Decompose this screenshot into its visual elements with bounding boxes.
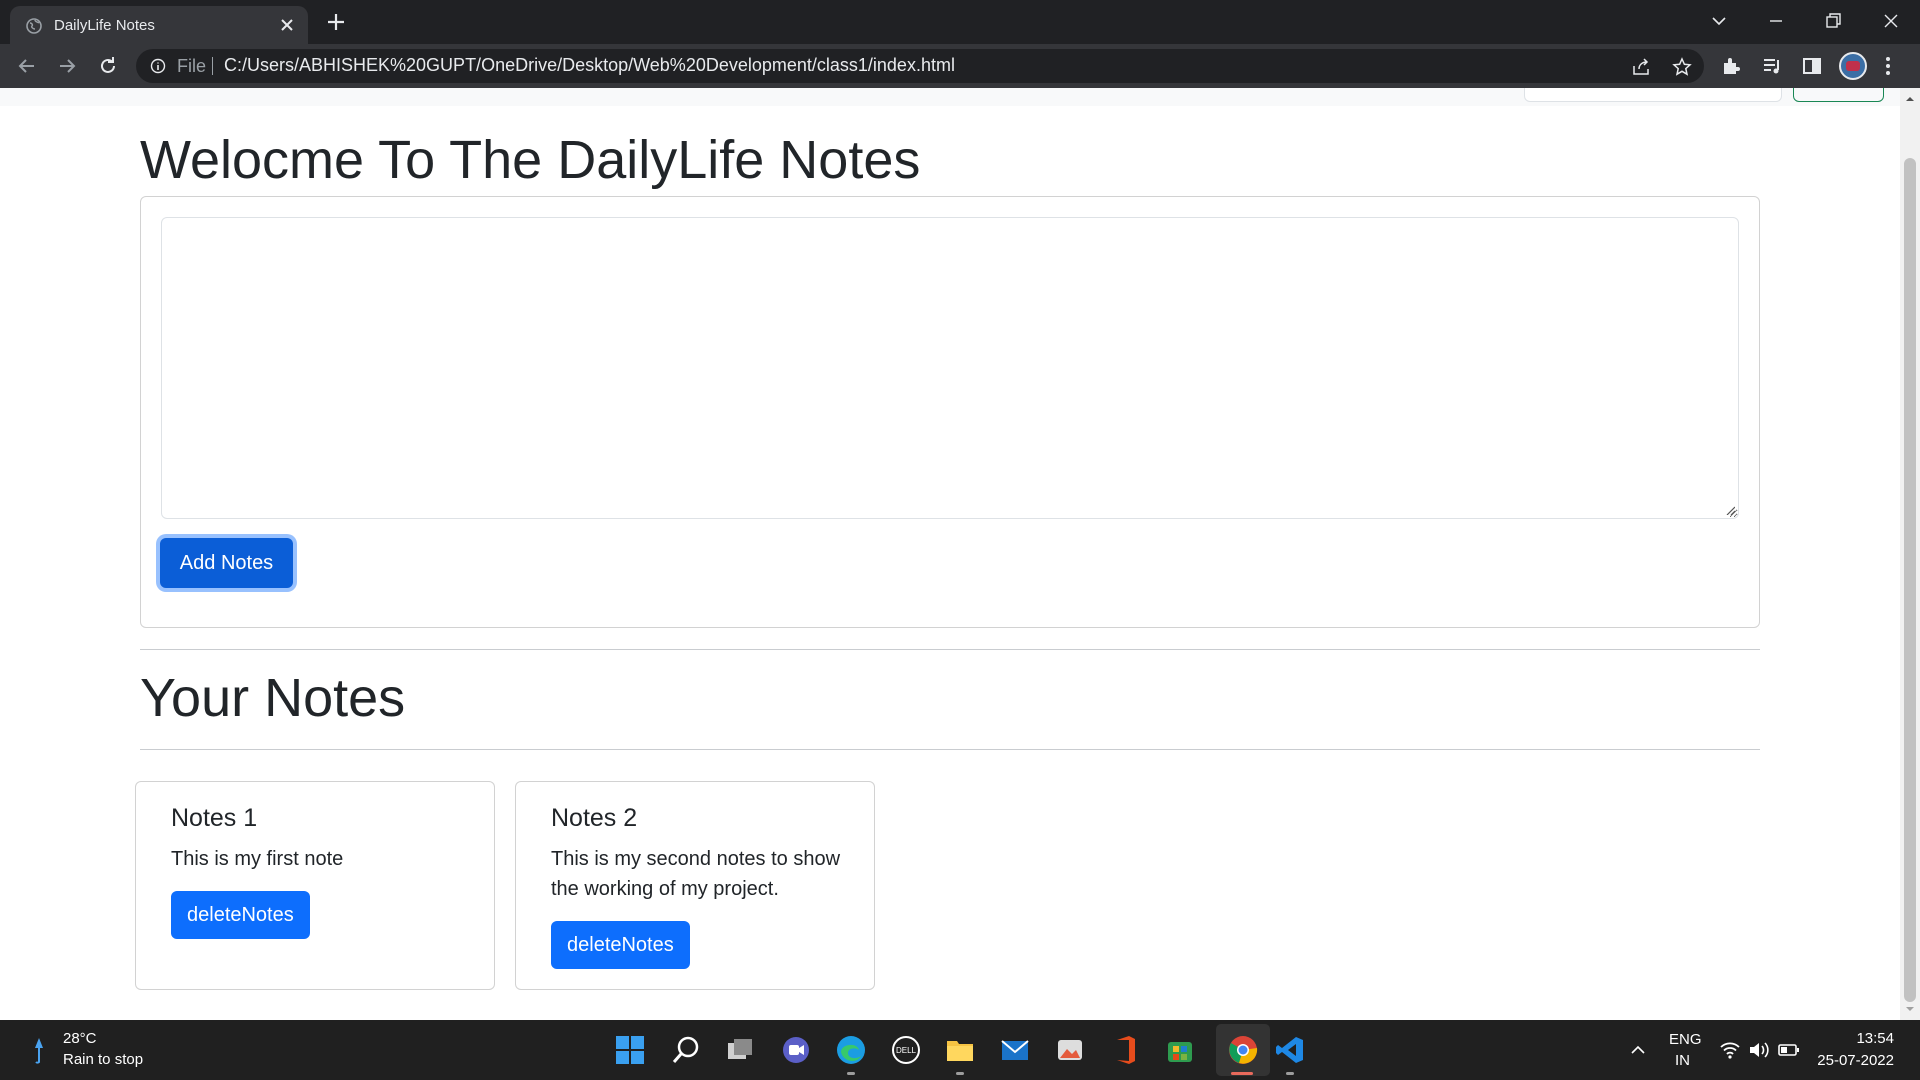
app-running-indicator [1286, 1072, 1294, 1075]
page-title: Welocme To The DailyLife Notes [140, 130, 921, 190]
windows-start-icon[interactable] [614, 1034, 646, 1066]
weather-temperature: 28°C [63, 1030, 97, 1047]
scroll-down-icon[interactable] [1905, 1004, 1915, 1014]
note-body: This is my second notes to show the work… [551, 848, 841, 900]
avatar-image [1846, 61, 1860, 71]
browser-menu-icon[interactable] [1885, 56, 1891, 76]
address-url[interactable]: C:/Users/ABHISHEK%20GUPT/OneDrive/Deskto… [224, 55, 955, 76]
volume-icon[interactable] [1748, 1040, 1770, 1060]
restore-icon[interactable] [1822, 10, 1844, 32]
share-icon[interactable] [1631, 57, 1651, 77]
language-indicator[interactable]: ENG [1669, 1031, 1702, 1048]
minimize-icon[interactable] [1765, 10, 1787, 32]
browser-toolbar: File C:/Users/ABHISHEK%20GUPT/OneDrive/D… [0, 44, 1920, 88]
profile-avatar[interactable] [1839, 52, 1867, 80]
note-card: Notes 1 This is my first note deleteNote… [135, 781, 495, 990]
app-store-icon[interactable] [1164, 1034, 1196, 1066]
browser-tab[interactable]: DailyLife Notes [10, 6, 308, 44]
file-explorer-icon[interactable] [944, 1034, 976, 1066]
search-icon[interactable] [670, 1034, 702, 1066]
navbar-button-partial[interactable] [1793, 88, 1884, 102]
navbar-search-partial[interactable] [1524, 88, 1782, 102]
address-scheme-label: File [177, 56, 207, 76]
tab-title: DailyLife Notes [54, 17, 155, 34]
weather-rain-icon[interactable] [32, 1036, 46, 1066]
back-icon[interactable] [15, 54, 39, 78]
scroll-up-icon[interactable] [1905, 94, 1915, 104]
section-divider-top [140, 649, 1760, 650]
weather-description: Rain to stop [63, 1051, 144, 1068]
delete-note-button[interactable]: deleteNotes [551, 921, 690, 969]
photos-icon[interactable] [1054, 1034, 1086, 1066]
clock-time[interactable]: 13:54 [1856, 1030, 1894, 1047]
clock-date[interactable]: 25-07-2022 [1817, 1052, 1894, 1069]
svg-text:DELL: DELL [896, 1046, 917, 1055]
note-body: This is my first note [171, 848, 344, 870]
resize-handle-icon[interactable] [1725, 505, 1735, 515]
tray-overflow-icon[interactable] [1630, 1042, 1646, 1058]
your-notes-heading: Your Notes [140, 668, 406, 728]
add-note-card: Add Notes [140, 196, 1760, 628]
bookmark-star-icon[interactable] [1672, 57, 1692, 77]
note-heading: Notes 2 [551, 804, 638, 832]
note-heading: Notes 1 [171, 804, 258, 832]
section-divider-bottom [140, 749, 1760, 750]
side-panel-icon[interactable] [1801, 55, 1823, 77]
note-card: Notes 2 This is my second notes to show … [515, 781, 875, 990]
extensions-puzzle-icon[interactable] [1720, 55, 1742, 77]
media-queue-icon[interactable] [1761, 55, 1783, 77]
globe-icon [26, 18, 42, 34]
new-tab-icon[interactable] [325, 11, 347, 33]
app-active-indicator [1231, 1072, 1253, 1075]
app-running-indicator [956, 1072, 964, 1075]
add-notes-button[interactable]: Add Notes [160, 538, 293, 588]
address-bar[interactable]: File C:/Users/ABHISHEK%20GUPT/OneDrive/D… [136, 49, 1704, 83]
note-textarea[interactable] [161, 217, 1739, 519]
close-tab-icon[interactable] [278, 16, 296, 34]
mail-icon[interactable] [999, 1034, 1031, 1066]
page-scrollbar[interactable] [1900, 88, 1920, 1020]
close-window-icon[interactable] [1880, 10, 1902, 32]
wifi-icon[interactable] [1719, 1040, 1741, 1060]
scrollbar-thumb[interactable] [1904, 158, 1916, 1002]
edge-browser-icon[interactable] [835, 1034, 867, 1066]
reload-icon[interactable] [96, 54, 120, 78]
site-info-icon[interactable] [150, 58, 166, 74]
forward-icon[interactable] [55, 54, 79, 78]
chrome-icon[interactable] [1227, 1034, 1259, 1066]
task-view-icon[interactable] [724, 1034, 756, 1066]
app-running-indicator [847, 1072, 855, 1075]
office-icon[interactable] [1109, 1034, 1141, 1066]
delete-note-button[interactable]: deleteNotes [171, 891, 310, 939]
browser-tab-strip: DailyLife Notes [0, 0, 1920, 44]
windows-taskbar: 28°C Rain to stop DELL ENG IN 13:54 25-0… [0, 1020, 1920, 1080]
battery-icon[interactable] [1778, 1040, 1800, 1060]
tab-search-chevron-icon[interactable] [1708, 10, 1730, 32]
page-viewport: Welocme To The DailyLife Notes Add Notes… [0, 88, 1900, 1020]
vscode-icon[interactable] [1274, 1034, 1306, 1066]
region-indicator[interactable]: IN [1675, 1052, 1690, 1069]
screen: DailyLife Notes File C:/Users/ABHISHEK%2… [0, 0, 1920, 1080]
dell-icon[interactable]: DELL [890, 1034, 922, 1066]
teams-chat-icon[interactable] [780, 1034, 812, 1066]
navbar-partial [0, 88, 1900, 106]
address-separator [212, 57, 213, 75]
